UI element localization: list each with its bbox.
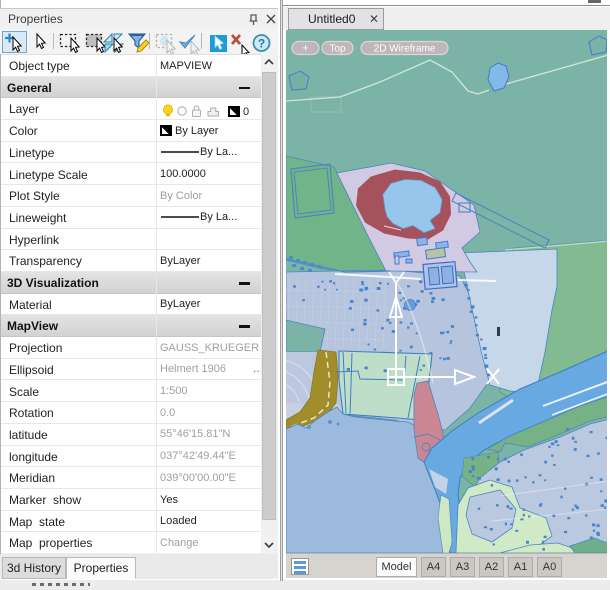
svg-text:+: + bbox=[302, 43, 308, 55]
svg-text:2D Wireframe: 2D Wireframe bbox=[374, 44, 436, 55]
svg-text:?: ? bbox=[258, 37, 265, 51]
svg-text:Top: Top bbox=[329, 44, 346, 55]
